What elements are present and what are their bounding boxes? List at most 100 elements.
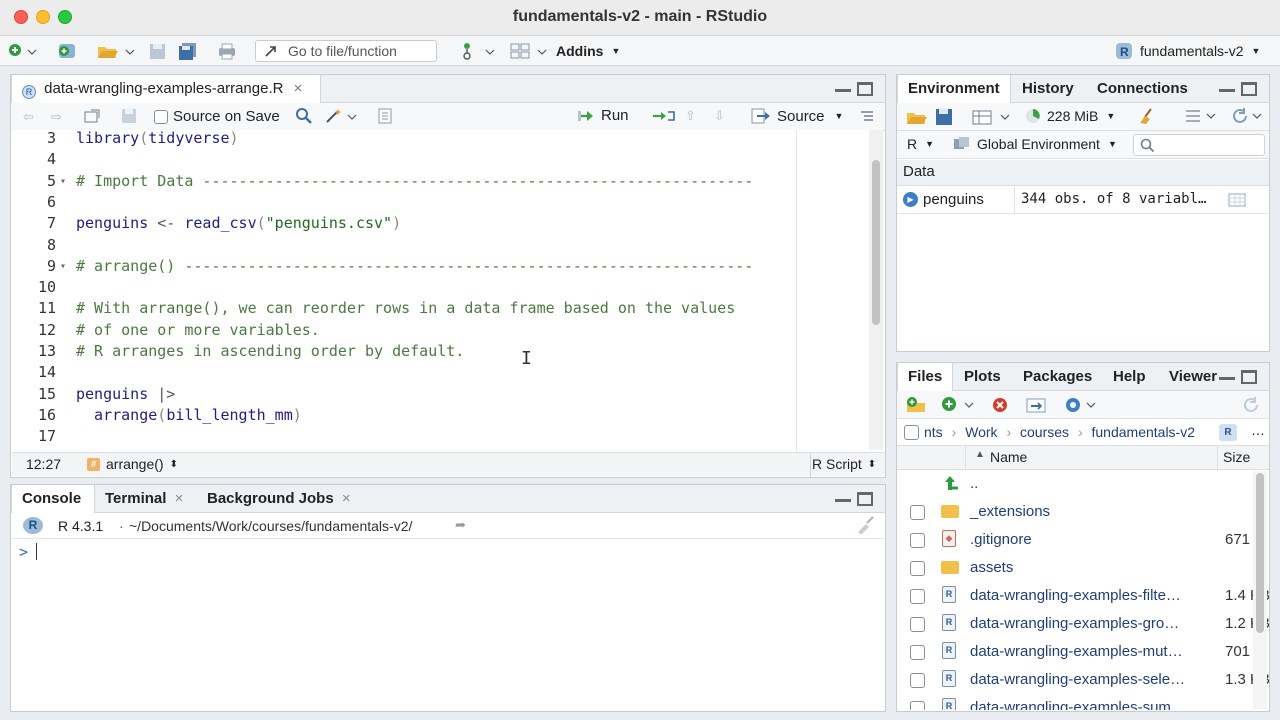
more-path-icon[interactable]: … bbox=[1251, 422, 1265, 438]
load-workspace-icon[interactable] bbox=[905, 108, 929, 126]
list-item[interactable]: ◆ .gitignore 671 B bbox=[897, 526, 1269, 554]
list-item[interactable]: Rdata-wrangling-examples-mut… 701 B bbox=[897, 638, 1269, 666]
code-editor[interactable]: 3 library(tidyverse) 4 5 ▾ # Import Data ----… bbox=[12, 130, 872, 452]
breadcrumb-item[interactable]: fundamentals-v2 bbox=[1092, 424, 1196, 440]
rename-file-icon[interactable] bbox=[1025, 396, 1047, 414]
source-on-save-toggle[interactable]: Source on Save bbox=[154, 108, 280, 125]
tab-environment[interactable]: Environment bbox=[897, 75, 1011, 103]
file-name[interactable]: data-wrangling-examples-gro… bbox=[970, 615, 1179, 632]
code-line[interactable]: 17 bbox=[12, 426, 792, 447]
more-gear-icon[interactable] bbox=[1063, 395, 1099, 415]
source-button[interactable]: Source ▼ bbox=[751, 107, 843, 125]
list-item[interactable]: Rdata-wrangling-examples-gro… 1.2 KB bbox=[897, 610, 1269, 638]
file-checkbox[interactable] bbox=[910, 617, 925, 632]
new-project-button[interactable] bbox=[56, 40, 80, 62]
open-file-button[interactable] bbox=[96, 40, 136, 62]
file-name[interactable]: .gitignore bbox=[970, 531, 1032, 548]
close-tab-icon[interactable]: × bbox=[175, 490, 184, 507]
code-line[interactable]: 10 bbox=[12, 277, 792, 298]
tab-console[interactable]: Console bbox=[11, 485, 95, 513]
file-name[interactable]: data-wrangling-examples-sum… bbox=[970, 699, 1186, 710]
list-item[interactable]: Rdata-wrangling-examples-sele… 1.3 KB bbox=[897, 666, 1269, 694]
minimize-pane-button[interactable] bbox=[835, 492, 851, 502]
select-all-checkbox[interactable] bbox=[904, 425, 919, 440]
working-directory[interactable]: ~/Documents/Work/courses/fundamentals-v2… bbox=[129, 518, 412, 534]
breadcrumb-item[interactable]: Work bbox=[965, 424, 997, 440]
source-on-save-checkbox[interactable] bbox=[154, 109, 168, 124]
file-checkbox[interactable] bbox=[910, 645, 925, 660]
tab-packages[interactable]: Packages bbox=[1013, 363, 1102, 391]
code-line[interactable]: 7 penguins <- read_csv("penguins.csv") bbox=[12, 213, 792, 234]
console-input[interactable]: > bbox=[19, 543, 38, 561]
expand-dataset-icon[interactable]: ▶ bbox=[903, 192, 918, 207]
minimize-pane-button[interactable] bbox=[835, 82, 851, 92]
code-line[interactable]: 6 bbox=[12, 192, 792, 213]
list-item[interactable]: assets bbox=[897, 554, 1269, 582]
refresh-files-icon[interactable] bbox=[1241, 395, 1261, 415]
tab-connections[interactable]: Connections bbox=[1087, 75, 1198, 103]
file-name[interactable]: _extensions bbox=[970, 503, 1050, 520]
go-to-next-section-icon[interactable]: ⇩ bbox=[714, 108, 725, 124]
file-checkbox[interactable] bbox=[910, 505, 925, 520]
file-checkbox[interactable] bbox=[910, 533, 925, 548]
file-name[interactable]: assets bbox=[970, 559, 1013, 576]
scope-selector[interactable]: # arrange() ⬍ bbox=[87, 456, 178, 472]
code-line[interactable]: 3 library(tidyverse) bbox=[12, 130, 792, 149]
file-checkbox[interactable] bbox=[910, 673, 925, 688]
editor-tab[interactable]: R data-wrangling-examples-arrange.R × bbox=[11, 75, 321, 103]
goto-directory-icon[interactable]: ➦ bbox=[455, 517, 466, 533]
show-in-window-icon[interactable] bbox=[83, 108, 101, 124]
fold-toggle-icon[interactable]: ▾ bbox=[60, 171, 66, 192]
list-view-icon[interactable] bbox=[1185, 109, 1219, 123]
save-all-button[interactable] bbox=[177, 40, 199, 62]
code-line[interactable]: 11 # With arrange(), we can reorder rows … bbox=[12, 298, 792, 319]
compile-report-icon[interactable] bbox=[377, 108, 393, 124]
fold-toggle-icon[interactable]: ▾ bbox=[60, 256, 66, 277]
new-blank-file-icon[interactable] bbox=[941, 396, 981, 414]
minimize-pane-button[interactable] bbox=[1219, 370, 1235, 380]
project-menu[interactable]: R fundamentals-v2 ▼ bbox=[1114, 40, 1260, 62]
maximize-pane-button[interactable] bbox=[857, 492, 873, 506]
file-type-selector[interactable]: R Script ⬍ bbox=[812, 456, 876, 472]
tab-help[interactable]: Help bbox=[1103, 363, 1156, 391]
run-button[interactable]: Run bbox=[577, 107, 629, 124]
tab-terminal[interactable]: Terminal × bbox=[95, 485, 193, 513]
find-replace-icon[interactable] bbox=[295, 107, 313, 125]
maximize-pane-button[interactable] bbox=[1241, 82, 1257, 96]
code-tools-wand-icon[interactable] bbox=[324, 107, 360, 125]
tab-background-jobs[interactable]: Background Jobs × bbox=[197, 485, 361, 513]
tab-plots[interactable]: Plots bbox=[954, 363, 1011, 391]
refresh-icon[interactable] bbox=[1231, 107, 1265, 125]
delete-file-icon[interactable] bbox=[991, 396, 1009, 414]
new-folder-icon[interactable] bbox=[905, 396, 929, 414]
file-name[interactable]: data-wrangling-examples-sele… bbox=[970, 671, 1185, 688]
save-workspace-icon[interactable] bbox=[935, 108, 953, 126]
clear-console-icon[interactable] bbox=[855, 516, 877, 537]
code-line[interactable]: 5 ▾ # Import Data ------------------------… bbox=[12, 171, 792, 192]
list-item[interactable]: Rdata-wrangling-examples-filte… 1.4 KB bbox=[897, 582, 1269, 610]
import-dataset-icon[interactable] bbox=[971, 108, 1011, 126]
close-tab-icon[interactable]: × bbox=[294, 80, 303, 97]
code-line[interactable]: 12 # of one or more variables. bbox=[12, 320, 792, 341]
code-line[interactable]: 15 penguins |> bbox=[12, 384, 792, 405]
editor-scrollbar[interactable] bbox=[869, 130, 883, 450]
name-column-header[interactable]: Name bbox=[990, 449, 1027, 465]
addins-menu[interactable]: Addins ▼ bbox=[556, 40, 620, 62]
view-table-icon[interactable] bbox=[1228, 193, 1246, 210]
code-line[interactable]: 16 arrange(bill_length_mm) bbox=[12, 405, 792, 426]
tab-viewer[interactable]: Viewer bbox=[1159, 363, 1221, 391]
tab-history[interactable]: History bbox=[1012, 75, 1084, 103]
files-scrollbar[interactable] bbox=[1253, 471, 1267, 709]
go-to-previous-section-icon[interactable]: ⇧ bbox=[685, 108, 696, 124]
editor-scroll-thumb[interactable] bbox=[872, 160, 880, 325]
environment-search-input[interactable] bbox=[1133, 134, 1265, 156]
language-selector[interactable]: R ▼ bbox=[907, 136, 934, 152]
new-file-button[interactable] bbox=[8, 40, 38, 62]
code-line[interactable]: 14 bbox=[12, 362, 792, 383]
file-checkbox[interactable] bbox=[910, 589, 925, 604]
environment-selector[interactable]: Global Environment ▼ bbox=[953, 136, 1117, 152]
tab-files[interactable]: Files bbox=[897, 363, 954, 391]
file-name[interactable]: data-wrangling-examples-mut… bbox=[970, 643, 1183, 660]
save-button[interactable] bbox=[148, 40, 168, 62]
code-line[interactable]: 8 bbox=[12, 235, 792, 256]
